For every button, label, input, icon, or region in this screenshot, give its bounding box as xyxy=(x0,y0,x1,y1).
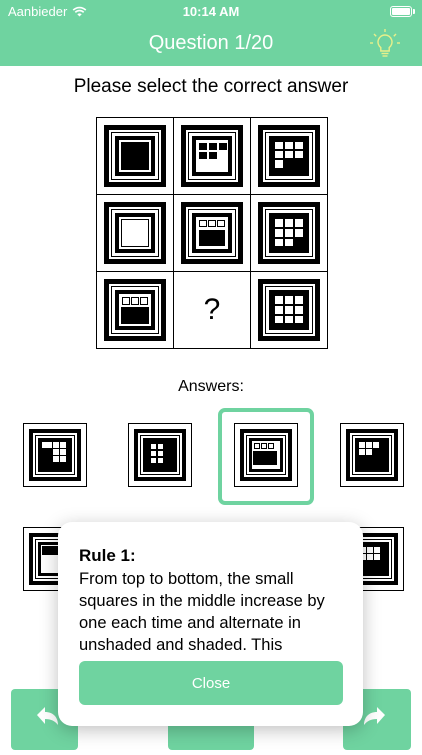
pattern-tile xyxy=(258,279,320,341)
pattern-tile xyxy=(258,125,320,187)
answers-label: Answers: xyxy=(178,378,244,395)
prompt-text: Please select the correct answer xyxy=(73,76,349,97)
header-bar: Question 1/20 xyxy=(0,24,422,66)
close-button[interactable]: Close xyxy=(79,661,343,705)
pattern-tile xyxy=(29,429,81,481)
puzzle-cell xyxy=(97,195,174,272)
puzzle-cell xyxy=(251,272,328,349)
pattern-tile xyxy=(181,202,243,264)
pattern-tile xyxy=(104,202,166,264)
answer-option-4[interactable] xyxy=(340,423,404,487)
pattern-tile xyxy=(104,125,166,187)
rule-popup: Rule 1: From top to bottom, the small sq… xyxy=(58,522,363,726)
battery-icon xyxy=(390,6,415,17)
clock: 10:14 AM xyxy=(182,4,240,19)
status-bar: Aanbieder 10:14 AM xyxy=(0,0,422,24)
puzzle-cell xyxy=(97,118,174,195)
puzzle-cell-missing: ? xyxy=(174,272,251,349)
puzzle-cell xyxy=(251,118,328,195)
pattern-tile xyxy=(181,125,243,187)
rule-text: From top to bottom, the small squares in… xyxy=(79,570,325,652)
puzzle-cell xyxy=(174,118,251,195)
puzzle-cell xyxy=(174,195,251,272)
lightbulb-icon[interactable] xyxy=(368,28,402,62)
answer-option-2[interactable] xyxy=(128,423,192,487)
answer-option-1[interactable] xyxy=(23,423,87,487)
pattern-tile xyxy=(134,429,186,481)
question-mark: ? xyxy=(203,293,221,326)
puzzle-grid: ? xyxy=(96,117,328,349)
pattern-tile xyxy=(104,279,166,341)
puzzle-cell xyxy=(251,195,328,272)
question-title: Question 1/20 xyxy=(148,32,274,54)
puzzle-cell xyxy=(97,272,174,349)
rule-title: Rule 1: xyxy=(79,546,136,565)
pattern-tile xyxy=(258,202,320,264)
pattern-tile xyxy=(346,429,398,481)
answer-option-3[interactable] xyxy=(234,423,298,487)
pattern-tile xyxy=(240,429,292,481)
